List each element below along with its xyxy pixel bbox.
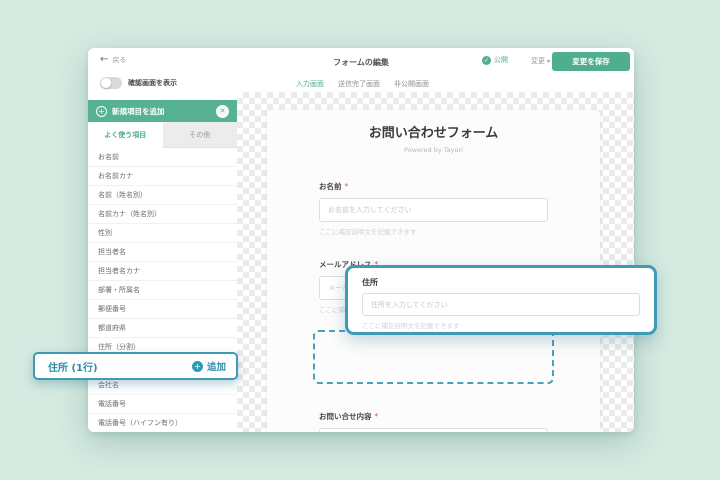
drag-ghost-item[interactable]: 住所 (1行) + 追加	[33, 352, 238, 380]
form-title: お問い合わせフォーム	[319, 122, 548, 141]
chevron-down-icon: ▾	[547, 58, 550, 65]
floating-field-card[interactable]: 住所 ここに補足説明文を記載できます	[345, 265, 657, 335]
changes-menu[interactable]: 変更 ▾	[531, 56, 550, 66]
form-preview-area: お問い合わせフォーム Powered by Tayori お名前* ここに補足説…	[237, 92, 634, 432]
status-check-icon: ✓	[482, 56, 491, 65]
form-field-name: お名前* ここに補足説明文を記載できます	[319, 174, 548, 236]
publish-status-badge: ✓ 公開	[482, 55, 508, 65]
card-field-label: 住所	[362, 277, 640, 288]
add-item-header[interactable]: + 新規項目を追加 ✕	[88, 100, 237, 122]
sidebar-item-name[interactable]: お名前	[88, 148, 237, 167]
add-button-label: 追加	[207, 359, 226, 373]
sidebar-tabs: よく使う項目 その他	[88, 122, 237, 148]
sidebar-tab-other[interactable]: その他	[163, 122, 238, 148]
subheader: 確認画面を表示 入力画面 送信完了画面 非公開画面	[88, 74, 634, 92]
plus-circle-icon: +	[96, 106, 107, 117]
required-mark: *	[345, 182, 349, 191]
sidebar-item-name-split[interactable]: 名前（姓名別）	[88, 186, 237, 205]
drag-item-label: 住所 (1行)	[48, 359, 192, 374]
toggle-label: 確認画面を表示	[128, 78, 177, 88]
form-field-message: お問い合せ内容*	[319, 404, 548, 432]
powered-by-label: Powered by Tayori	[319, 146, 548, 154]
add-item-label: 新規項目を追加	[112, 106, 216, 117]
sidebar-item-postal-code[interactable]: 郵便番号	[88, 300, 237, 319]
toggle-switch[interactable]	[100, 77, 122, 89]
sidebar-item-department[interactable]: 部署・所属名	[88, 281, 237, 300]
sidebar-item-gender[interactable]: 性別	[88, 224, 237, 243]
close-icon[interactable]: ✕	[216, 105, 229, 118]
name-input[interactable]	[319, 198, 548, 222]
field-label: お問い合せ内容	[319, 412, 372, 421]
sidebar-item-name-kana-split[interactable]: 名前カナ（姓名別）	[88, 205, 237, 224]
toggle-knob	[101, 78, 111, 88]
status-label: 公開	[494, 55, 508, 65]
field-label: お名前	[319, 182, 342, 191]
sidebar-item-prefecture[interactable]: 都道府県	[88, 319, 237, 338]
add-field-button[interactable]: + 追加	[192, 359, 226, 373]
sidebar-tab-frequent[interactable]: よく使う項目	[88, 122, 163, 148]
required-mark: *	[375, 412, 379, 421]
address-input[interactable]	[362, 293, 640, 316]
window-header: ← 戻る フォームの編集 ✓ 公開 変更 ▾ 変更を保存	[88, 48, 634, 74]
sidebar-item-phone[interactable]: 電話番号	[88, 395, 237, 414]
plus-icon: +	[192, 361, 203, 372]
save-changes-button[interactable]: 変更を保存	[552, 52, 630, 71]
drop-zone[interactable]	[313, 330, 554, 384]
changes-menu-label: 変更	[531, 56, 545, 66]
sidebar-item-phone-hyphen[interactable]: 電話番号（ハイフン有り）	[88, 414, 237, 432]
sidebar-item-contact-person-kana[interactable]: 担当者名カナ	[88, 262, 237, 281]
sidebar-field-list: お名前 お名前カナ 名前（姓名別） 名前カナ（姓名別） 性別 担当者名 担当者名…	[88, 148, 237, 432]
sidebar-item-contact-person[interactable]: 担当者名	[88, 243, 237, 262]
field-help-text: ここに補足説明文を記載できます	[319, 226, 548, 236]
message-textarea[interactable]	[319, 428, 548, 432]
sidebar: + 新規項目を追加 ✕ よく使う項目 その他 お名前 お名前カナ 名前（姓名別）…	[88, 100, 237, 432]
confirm-screen-toggle[interactable]: 確認画面を表示	[100, 77, 177, 89]
card-help-text: ここに補足説明文を記載できます	[362, 320, 640, 330]
sidebar-item-name-kana[interactable]: お名前カナ	[88, 167, 237, 186]
stage: ← 戻る フォームの編集 ✓ 公開 変更 ▾ 変更を保存 確認画面を表示	[0, 0, 720, 480]
